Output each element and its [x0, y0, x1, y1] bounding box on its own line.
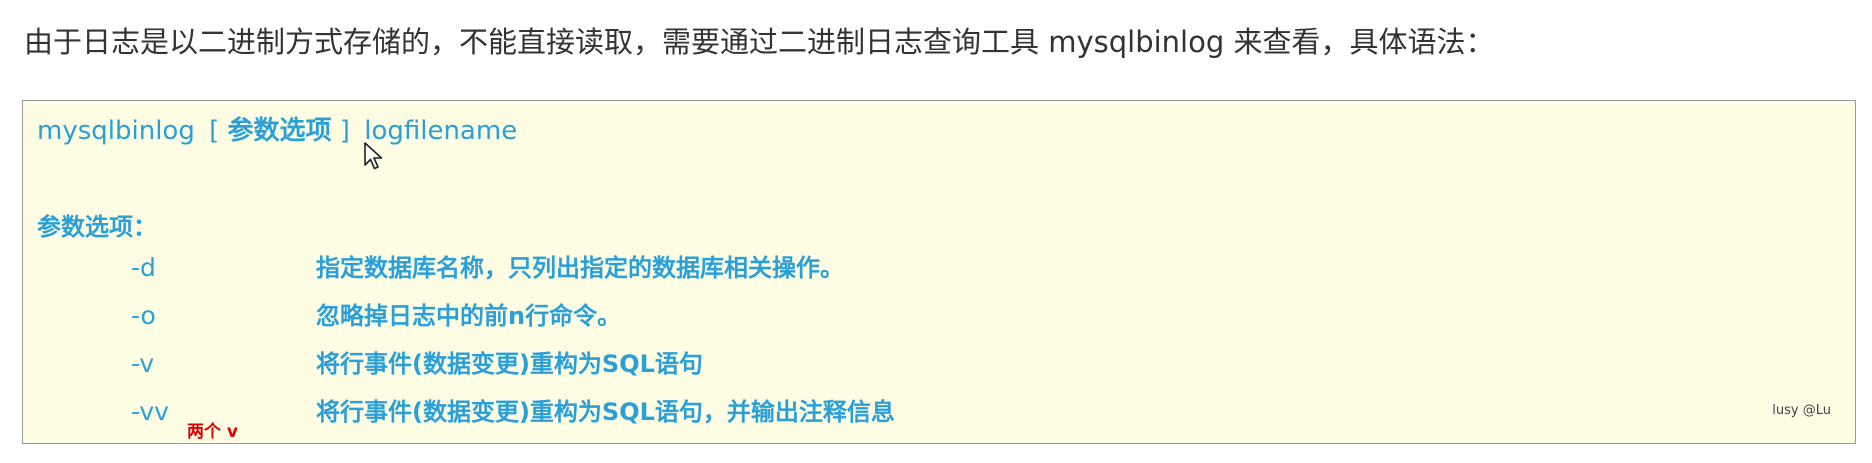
option-description: 忽略掉日志中的前n行命令。 [316, 302, 622, 330]
syntax-line: mysqlbinlog [ 参数选项 ] logfilename [37, 113, 517, 149]
option-flag: -vv [131, 397, 169, 426]
watermark: lusy @Lu [1772, 403, 1831, 418]
syntax-filename: logfilename [364, 116, 518, 146]
option-description: 指定数据库名称，只列出指定的数据库相关操作。 [316, 254, 844, 282]
option-flag: -d [131, 253, 156, 282]
syntax-bracket-close: ] [339, 116, 350, 146]
intro-text: 由于日志是以二进制方式存储的，不能直接读取，需要通过二进制日志查询工具 mysq… [24, 25, 1495, 59]
options-title: 参数选项： [37, 213, 157, 241]
option-description: 将行事件(数据变更)重构为SQL语句 [316, 350, 703, 378]
annotation-note: 两个 v [187, 422, 238, 442]
page: 由于日志是以二进制方式存储的，不能直接读取，需要通过二进制日志查询工具 mysq… [0, 0, 1872, 463]
syntax-bracket-open: [ [209, 116, 220, 146]
option-flag: -o [131, 301, 156, 330]
option-row-v: -v 将行事件(数据变更)重构为SQL语句 [23, 344, 1855, 384]
option-description: 将行事件(数据变更)重构为SQL语句，并输出注释信息 [316, 398, 895, 426]
syntax-command: mysqlbinlog [37, 116, 195, 146]
option-flag: -v [131, 349, 155, 378]
syntax-options-label: 参数选项 [227, 116, 332, 146]
option-row-d: -d 指定数据库名称，只列出指定的数据库相关操作。 [23, 248, 1855, 288]
code-block: mysqlbinlog [ 参数选项 ] logfilename 参数选项： -… [22, 100, 1856, 444]
option-row-vv: -vv 将行事件(数据变更)重构为SQL语句，并输出注释信息 [23, 392, 1855, 432]
option-row-o: -o 忽略掉日志中的前n行命令。 [23, 296, 1855, 336]
mouse-pointer-icon [364, 142, 383, 170]
